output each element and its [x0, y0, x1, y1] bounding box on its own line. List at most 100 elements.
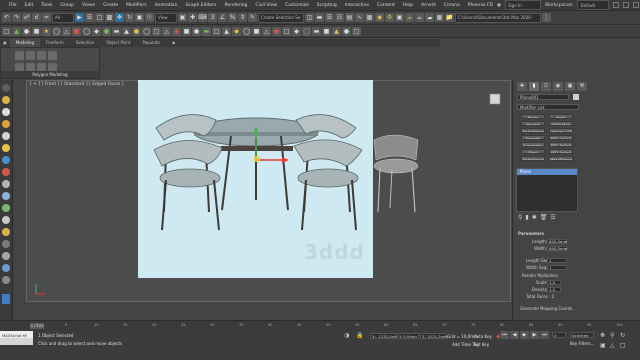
spacewarp-icon[interactable] — [2, 156, 10, 164]
system-icon[interactable] — [2, 168, 10, 176]
tool-icon-20[interactable]: ● — [192, 27, 201, 36]
tool-icon-29[interactable]: □ — [282, 27, 291, 36]
tool-icon-17[interactable]: △ — [162, 27, 171, 36]
pin-stack-icon[interactable]: ⚲ — [518, 214, 522, 221]
field-of-view-icon[interactable]: △ — [610, 342, 615, 349]
menu-graph-editors[interactable]: Graph Editors — [182, 3, 221, 8]
tool-icon-27[interactable]: △ — [262, 27, 271, 36]
scale-spinner[interactable]: 1,0 — [547, 280, 561, 285]
selected-dropdown[interactable]: Selected — [570, 332, 594, 338]
select-icon[interactable] — [2, 84, 10, 92]
link-icon[interactable]: ☍ — [22, 13, 31, 22]
tool-icon-12[interactable]: ▬ — [112, 27, 121, 36]
menu-create[interactable]: Create — [99, 3, 122, 8]
tab-selection[interactable]: Selection — [70, 39, 100, 47]
render-in-cloud-icon[interactable]: ☁ — [425, 13, 434, 22]
ribbon-expand-icon[interactable]: ▣ — [0, 39, 10, 47]
ribbon-panel-label[interactable]: Polygon Modeling — [1, 71, 99, 78]
tool-icon-6[interactable]: ◯ — [52, 27, 61, 36]
snaps-toggle-icon[interactable]: 3 — [208, 13, 217, 22]
tool-icon-11[interactable]: ● — [102, 27, 111, 36]
close-button[interactable] — [633, 2, 640, 8]
camera-icon[interactable] — [2, 132, 10, 140]
tab-freeform[interactable]: Freeform — [40, 39, 70, 47]
configure-sets-icon[interactable]: ☰ — [550, 214, 555, 221]
ribbon-tool-icon-3[interactable] — [37, 51, 46, 60]
tool-icon-9[interactable]: ◯ — [82, 27, 91, 36]
orbit-icon[interactable]: ↻ — [620, 332, 625, 339]
zoom-extents-icon[interactable]: ▣ — [600, 342, 606, 349]
modifier-button-ffd-2[interactable]: FFD 2x2x2 — [549, 135, 573, 140]
maxscript-listener[interactable]: MAXScript Mi — [0, 331, 33, 345]
select-object-icon[interactable]: ▶ — [75, 13, 84, 22]
tool-icon-5[interactable]: ★ — [42, 27, 51, 36]
modifier-button-push[interactable]: Push — [549, 114, 573, 119]
schematic-view-icon[interactable]: ▦ — [365, 13, 374, 22]
density-spinner[interactable]: 1,0 — [547, 287, 561, 292]
tool-icon-2[interactable]: ▲ — [12, 27, 21, 36]
reference-coordinate-dropdown[interactable]: View — [155, 12, 177, 23]
viewport-label[interactable]: [ + ] [ Front ] [ Standard ] [ Edged Fac… — [30, 82, 124, 87]
maxscript-input[interactable] — [0, 338, 33, 345]
modifier-button-shell[interactable]: Shell — [521, 149, 545, 154]
menu-help[interactable]: Help — [399, 3, 417, 8]
isolate-selection-icon[interactable]: ◑ — [344, 332, 349, 339]
a360-gallery-icon[interactable]: ▦ — [435, 13, 444, 22]
modifier-button-normal[interactable]: Normal — [521, 121, 545, 126]
sphere-icon[interactable] — [2, 96, 10, 104]
width-spinner[interactable]: 640,0mm — [547, 246, 567, 251]
tool-icon-34[interactable]: ▲ — [332, 27, 341, 36]
stack-item-plane[interactable]: Plane — [517, 169, 577, 175]
menu-tools[interactable]: Tools — [37, 3, 56, 8]
select-rotate-icon[interactable]: ↻ — [125, 13, 134, 22]
curve-editor-icon[interactable]: ∿ — [355, 13, 364, 22]
percent-snap-icon[interactable]: % — [228, 13, 237, 22]
unlink-icon[interactable]: ☌ — [32, 13, 41, 22]
tool-icon-32[interactable]: ▬ — [312, 27, 321, 36]
display-icon[interactable] — [2, 276, 10, 284]
window-crossing-icon[interactable]: ▩ — [105, 13, 114, 22]
hierarchy-tab-icon[interactable]: ⎋ — [541, 82, 551, 91]
menu-modifiers[interactable]: Modifiers — [122, 3, 151, 8]
menu-file[interactable]: File — [5, 3, 21, 8]
project-path-field[interactable]: C:\Users\l\Documents\3ds Max 2020 — [455, 12, 541, 23]
modifier-button-ffd-3[interactable]: FFD 3x3x3 — [549, 142, 573, 147]
keyboard-shortcut-icon[interactable]: ⌨ — [198, 13, 207, 22]
tool-icon-35[interactable]: ● — [342, 27, 351, 36]
select-by-name-icon[interactable]: ☰ — [85, 13, 94, 22]
motion-tab-icon[interactable]: ◉ — [553, 82, 563, 91]
zoom-icon[interactable]: ⚲ — [610, 332, 614, 339]
rectangular-selection-icon[interactable]: □ — [95, 13, 104, 22]
angle-snap-icon[interactable]: ∠ — [218, 13, 227, 22]
ribbon-tool-icon-1[interactable] — [15, 51, 24, 60]
geometry-icon[interactable] — [2, 192, 10, 200]
length-spinner[interactable]: 640,0mm — [547, 239, 567, 244]
tab-populate[interactable]: Populate — [136, 39, 165, 47]
sign-in-dropdown[interactable]: Sign In — [505, 0, 542, 10]
named-selection-set-dropdown[interactable]: Create Selection Se — [258, 12, 304, 23]
object-name-field[interactable]: Plane001 — [517, 94, 569, 100]
modifier-stack[interactable]: Plane — [516, 168, 578, 212]
object-color-swatch[interactable] — [573, 94, 579, 100]
tool-icon-19[interactable]: ■ — [182, 27, 191, 36]
tool-icon-4[interactable]: ■ — [32, 27, 41, 36]
viewport-layout-icon[interactable] — [2, 294, 10, 304]
menu-corona[interactable]: Corona — [440, 3, 464, 8]
make-unique-icon[interactable]: ✱ — [532, 214, 537, 221]
tool-icon-30[interactable]: ◆ — [292, 27, 301, 36]
select-place-icon[interactable]: ☉ — [145, 13, 154, 22]
tool-icon-3[interactable]: ● — [22, 27, 31, 36]
menu-customize[interactable]: Customize — [281, 3, 313, 8]
menu-civil-view[interactable]: Civil View — [251, 3, 281, 8]
utilities-tab-icon[interactable]: ⚒ — [577, 82, 587, 91]
tool-icon-18[interactable]: ◆ — [172, 27, 181, 36]
y-coordinate-field[interactable]: Y: 0,0mm — [397, 333, 419, 339]
modifier-button-symmetry[interactable]: Symmetry — [521, 142, 545, 147]
modifier-button-ffd-4[interactable]: FFD 4x4x4 — [549, 149, 573, 154]
set-project-folder-icon[interactable]: ⋮ — [542, 13, 551, 22]
tool-icon-7[interactable]: △ — [62, 27, 71, 36]
redo-icon[interactable]: ↷ — [12, 13, 21, 22]
key-filters-button[interactable]: Key Filters... — [570, 341, 594, 346]
menu-arnold[interactable]: Arnold — [417, 3, 440, 8]
tab-modeling[interactable]: Modeling — [9, 39, 40, 47]
